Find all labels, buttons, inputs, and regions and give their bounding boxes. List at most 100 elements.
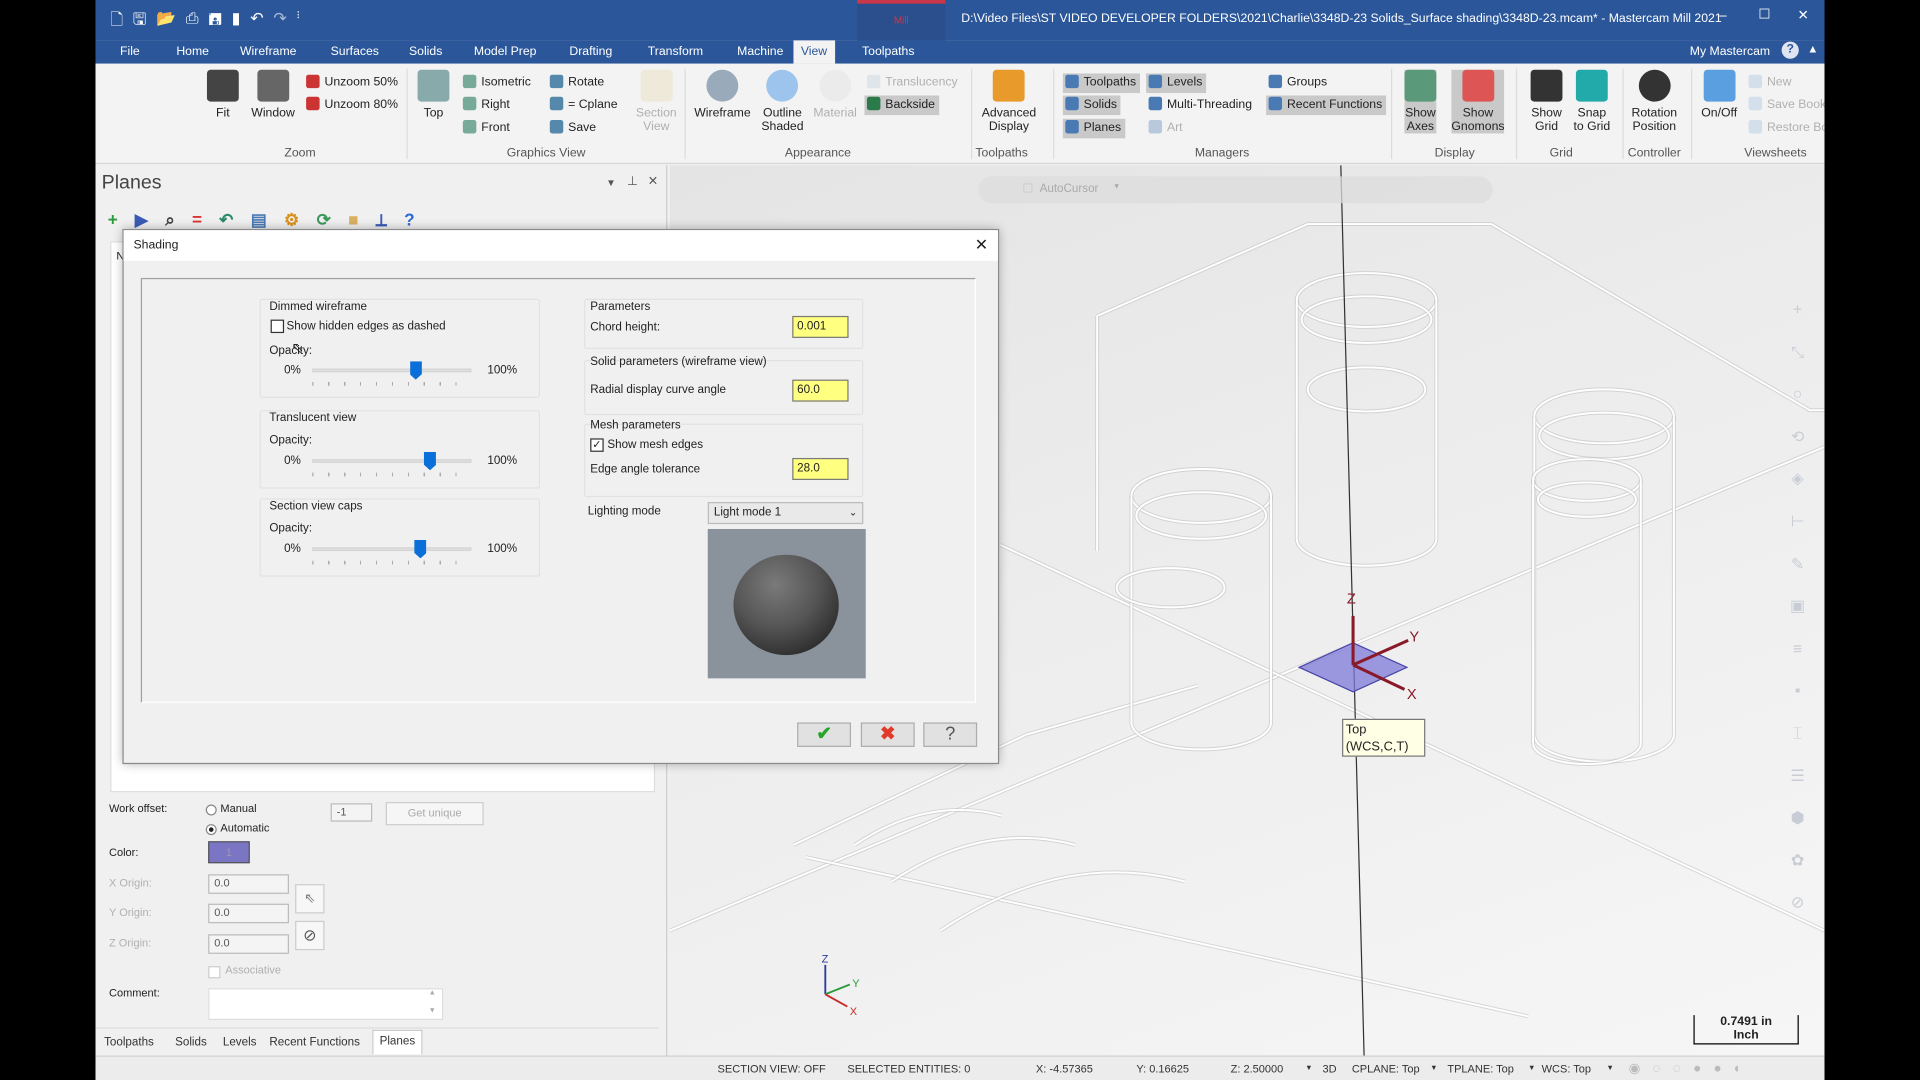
gear-icon[interactable]: ✿: [1787, 851, 1809, 893]
ribbon-right-button[interactable]: Right: [460, 96, 513, 116]
no-entry-icon[interactable]: ⊘: [1787, 893, 1809, 935]
help-button[interactable]: ?: [923, 722, 978, 747]
z-origin-input[interactable]: 0.0: [208, 934, 289, 954]
ribbon-levels-button[interactable]: Levels: [1146, 73, 1207, 94]
ribbon-art-button[interactable]: Art: [1146, 119, 1186, 139]
tab-view[interactable]: View: [793, 40, 835, 64]
ok-button[interactable]: ✔: [797, 722, 852, 747]
comment-scroll-down[interactable]: ▼: [429, 1008, 436, 1015]
ribbon-show-grid-button[interactable]: Show Grid: [1530, 69, 1563, 134]
fit-view-icon[interactable]: ⤡: [1787, 342, 1809, 384]
ribbon-front-button[interactable]: Front: [460, 119, 513, 139]
ribbon-advanced-display-button[interactable]: Advanced Display: [982, 69, 1036, 134]
save-icon[interactable]: 🖫: [133, 9, 147, 36]
edge-angle-input[interactable]: 28.0: [792, 457, 849, 481]
slider-thumb[interactable]: [414, 540, 427, 559]
panel-tab-solids[interactable]: Solids: [169, 1033, 213, 1051]
ribbon-show-gnomons-button[interactable]: Show Gnomons: [1451, 69, 1505, 134]
equal-icon[interactable]: =: [192, 209, 202, 229]
help-icon[interactable]: ?: [1781, 41, 1799, 59]
lighting-mode-select[interactable]: Light mode 1 ⌄: [707, 502, 864, 525]
ribbon-wireframe-button[interactable]: Wireframe: [694, 69, 751, 120]
new-icon[interactable]: 🗋: [110, 9, 123, 36]
get-unique-button[interactable]: Get unique: [385, 802, 484, 826]
ribbon-on-off-button[interactable]: On/Off: [1701, 69, 1737, 120]
show-mesh-edges-checkbox[interactable]: ✓: [590, 438, 604, 452]
ribbon-solids-button[interactable]: Solids: [1062, 95, 1121, 116]
cplane-status[interactable]: CPLANE: Top: [1352, 1063, 1420, 1075]
select-origin-button[interactable]: ⇖: [295, 884, 325, 914]
ribbon-new-button[interactable]: New: [1746, 73, 1795, 93]
zoom-in-icon[interactable]: +: [1787, 300, 1809, 342]
tplane-status[interactable]: TPLANE: Top: [1447, 1063, 1514, 1075]
minimize-button[interactable]: –: [1719, 9, 1727, 24]
work-offset-input[interactable]: -1: [330, 803, 373, 822]
iso-view-icon[interactable]: ◈: [1787, 469, 1809, 511]
ribbon-outline-shaded-button[interactable]: Outline Shaded: [761, 69, 804, 134]
panel-tab-planes[interactable]: Planes: [372, 1029, 423, 1055]
panel-tab-levels[interactable]: Levels: [217, 1033, 263, 1051]
undo-arrow-icon[interactable]: ↶: [219, 209, 233, 230]
ribbon-recent-functions-button[interactable]: Recent Functions: [1266, 95, 1386, 116]
panel-close-icon[interactable]: ✕: [648, 175, 658, 188]
panel-tab-recent-functions[interactable]: Recent Functions: [263, 1033, 366, 1051]
tab-drafting[interactable]: Drafting: [562, 44, 620, 64]
ribbon-show-axes-button[interactable]: Show Axes: [1404, 69, 1437, 134]
pin-icon[interactable]: ⊥: [627, 175, 638, 188]
ribbon-groups-button[interactable]: Groups: [1266, 73, 1331, 93]
tab-model-prep[interactable]: Model Prep: [467, 44, 544, 64]
stack-icon[interactable]: ≡: [1787, 639, 1809, 681]
chord-height-input[interactable]: 0.001: [792, 315, 849, 338]
cube-icon[interactable]: ⬢: [1787, 808, 1809, 850]
ribbon-isometric-button[interactable]: Isometric: [460, 73, 534, 93]
properties-icon[interactable]: ▤: [251, 209, 267, 230]
tab-file[interactable]: File: [113, 44, 147, 64]
refresh-icon[interactable]: ⟳: [317, 209, 331, 230]
rotate-view-icon[interactable]: ○: [1787, 385, 1809, 427]
customize-icon[interactable]: ⁝: [297, 9, 301, 36]
tplane-dropdown-icon[interactable]: ▼: [1528, 1065, 1535, 1072]
tab-toolpaths[interactable]: Toolpaths: [855, 44, 922, 64]
ribbon-rotation-position-button[interactable]: Rotation Position: [1631, 69, 1677, 134]
tab-solids[interactable]: Solids: [402, 44, 450, 64]
settings-gear-icon[interactable]: ⚙: [284, 209, 299, 230]
maximize-button[interactable]: ☐: [1758, 6, 1770, 22]
dialog-close-button[interactable]: ✕: [975, 235, 988, 255]
y-origin-input[interactable]: 0.0: [208, 903, 289, 924]
ribbon-save-button[interactable]: Save: [547, 119, 599, 139]
cplane-dropdown-icon[interactable]: ▼: [1430, 1065, 1437, 1072]
ribbon-translucency-button[interactable]: Translucency: [864, 73, 961, 93]
ribbon-snap-to-grid-button[interactable]: Snap to Grid: [1573, 69, 1610, 134]
ribbon-planes-button[interactable]: Planes: [1062, 118, 1125, 139]
mode-3d[interactable]: 3D: [1322, 1063, 1336, 1075]
help-icon[interactable]: ?: [404, 209, 414, 229]
ribbon-section-view-button[interactable]: Section View: [636, 69, 677, 134]
merge-icon[interactable]: ▮: [232, 9, 241, 36]
measure-icon[interactable]: ✎: [1787, 554, 1809, 596]
undo-icon[interactable]: ↶: [250, 9, 263, 36]
ribbon-material-button[interactable]: Material: [813, 69, 857, 120]
tab-wireframe[interactable]: Wireframe: [233, 44, 304, 64]
dimension-icon[interactable]: ⊢: [1787, 512, 1809, 554]
x-origin-input[interactable]: 0.0: [208, 874, 289, 894]
layers-icon[interactable]: ☰: [1787, 766, 1809, 808]
z-dropdown-icon[interactable]: ▼: [1305, 1065, 1312, 1072]
ribbon-restore-bookmark-button[interactable]: Restore Bookmark: [1746, 119, 1824, 139]
collapse-ribbon-icon[interactable]: ▲: [1807, 43, 1818, 55]
tab-machine[interactable]: Machine: [730, 44, 791, 64]
section-caps-opacity-slider[interactable]: [312, 540, 472, 565]
ruler-icon[interactable]: ⌶: [1787, 724, 1809, 766]
translucent-opacity-slider[interactable]: [312, 451, 472, 477]
slider-thumb[interactable]: [423, 451, 437, 471]
cancel-button[interactable]: ✖: [860, 722, 915, 747]
z-depth[interactable]: Z: 2.50000: [1231, 1063, 1284, 1075]
associative-checkbox[interactable]: [208, 966, 221, 979]
close-button[interactable]: ✕: [1798, 7, 1809, 24]
radial-angle-input[interactable]: 60.0: [792, 379, 849, 402]
automatic-radio[interactable]: [205, 824, 217, 836]
delete-icon[interactable]: ▪: [1787, 681, 1809, 723]
render-mode-icons[interactable]: ◉◌◌●●◐: [1629, 1060, 1755, 1077]
ribbon--cplane-button[interactable]: = Cplane: [547, 96, 621, 116]
save-as-icon[interactable]: 🖪: [208, 9, 222, 36]
box-view-icon[interactable]: ▣: [1787, 597, 1809, 639]
